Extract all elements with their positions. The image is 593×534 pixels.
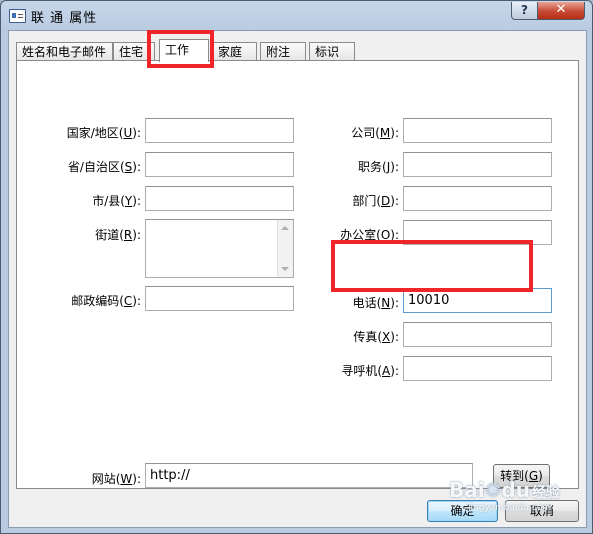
street-label: 街道(R): [95, 228, 141, 242]
pager-input[interactable] [403, 356, 552, 381]
job-title-input[interactable] [403, 152, 552, 177]
tab-business[interactable]: 工作 [159, 39, 209, 62]
fax-input[interactable] [403, 322, 552, 347]
department-label: 部门(D): [352, 194, 399, 208]
city-input[interactable] [145, 186, 294, 211]
website-label: 网站(W): [91, 472, 141, 486]
baidu-watermark: Bai✺du 经验 [449, 478, 560, 502]
office-input[interactable] [403, 220, 552, 245]
phone-input[interactable]: 10010 [403, 288, 552, 313]
business-tab-panel: 国家/地区(U): 省/自治区(S): 市/县(Y): 街道(R): 邮政编码(… [16, 60, 579, 489]
city-label: 市/县(Y): [92, 194, 141, 208]
job-title-label: 职务(J): [358, 160, 399, 174]
country-label: 国家/地区(U): [66, 126, 141, 140]
contact-card-icon [9, 9, 26, 23]
fax-label: 传真(X): [353, 330, 399, 344]
close-button[interactable]: ✕ [537, 2, 585, 20]
phone-label: 电话(N): [352, 296, 399, 310]
postal-input[interactable] [145, 286, 294, 311]
pager-label: 寻呼机(A): [341, 364, 399, 378]
baidu-watermark-url: jingyan.baidu.com [468, 503, 552, 513]
dialog-client-area: 姓名和电子邮件 住宅 工作 家庭 附注 标识 国家/地区(U): 省/自治区(S… [8, 30, 587, 528]
scroll-up-arrow-icon[interactable] [281, 226, 289, 230]
dialog-window: 联 通 属性 ? ✕ 姓名和电子邮件 住宅 工作 家庭 附注 标识 国家/地区(… [0, 0, 593, 534]
street-textarea[interactable] [145, 219, 294, 278]
tab-notes[interactable]: 附注 [260, 42, 306, 60]
tab-home[interactable]: 住宅 [113, 42, 155, 60]
office-label: 办公室(O): [340, 228, 399, 242]
company-label: 公司(M): [351, 126, 399, 140]
scroll-down-arrow-icon[interactable] [281, 267, 289, 271]
tab-ids[interactable]: 标识 [309, 42, 355, 60]
tab-name-email[interactable]: 姓名和电子邮件 [16, 42, 113, 60]
window-title: 联 通 属性 [31, 11, 98, 26]
tab-personal[interactable]: 家庭 [212, 42, 257, 60]
province-label: 省/自治区(S): [67, 160, 141, 174]
country-input[interactable] [145, 118, 294, 143]
postal-label: 邮政编码(C): [71, 294, 141, 308]
help-button[interactable]: ? [511, 2, 538, 20]
province-input[interactable] [145, 152, 294, 177]
website-input[interactable]: http:// [145, 463, 473, 488]
company-input[interactable] [403, 118, 552, 143]
street-scrollbar[interactable] [277, 220, 293, 277]
department-input[interactable] [403, 186, 552, 211]
